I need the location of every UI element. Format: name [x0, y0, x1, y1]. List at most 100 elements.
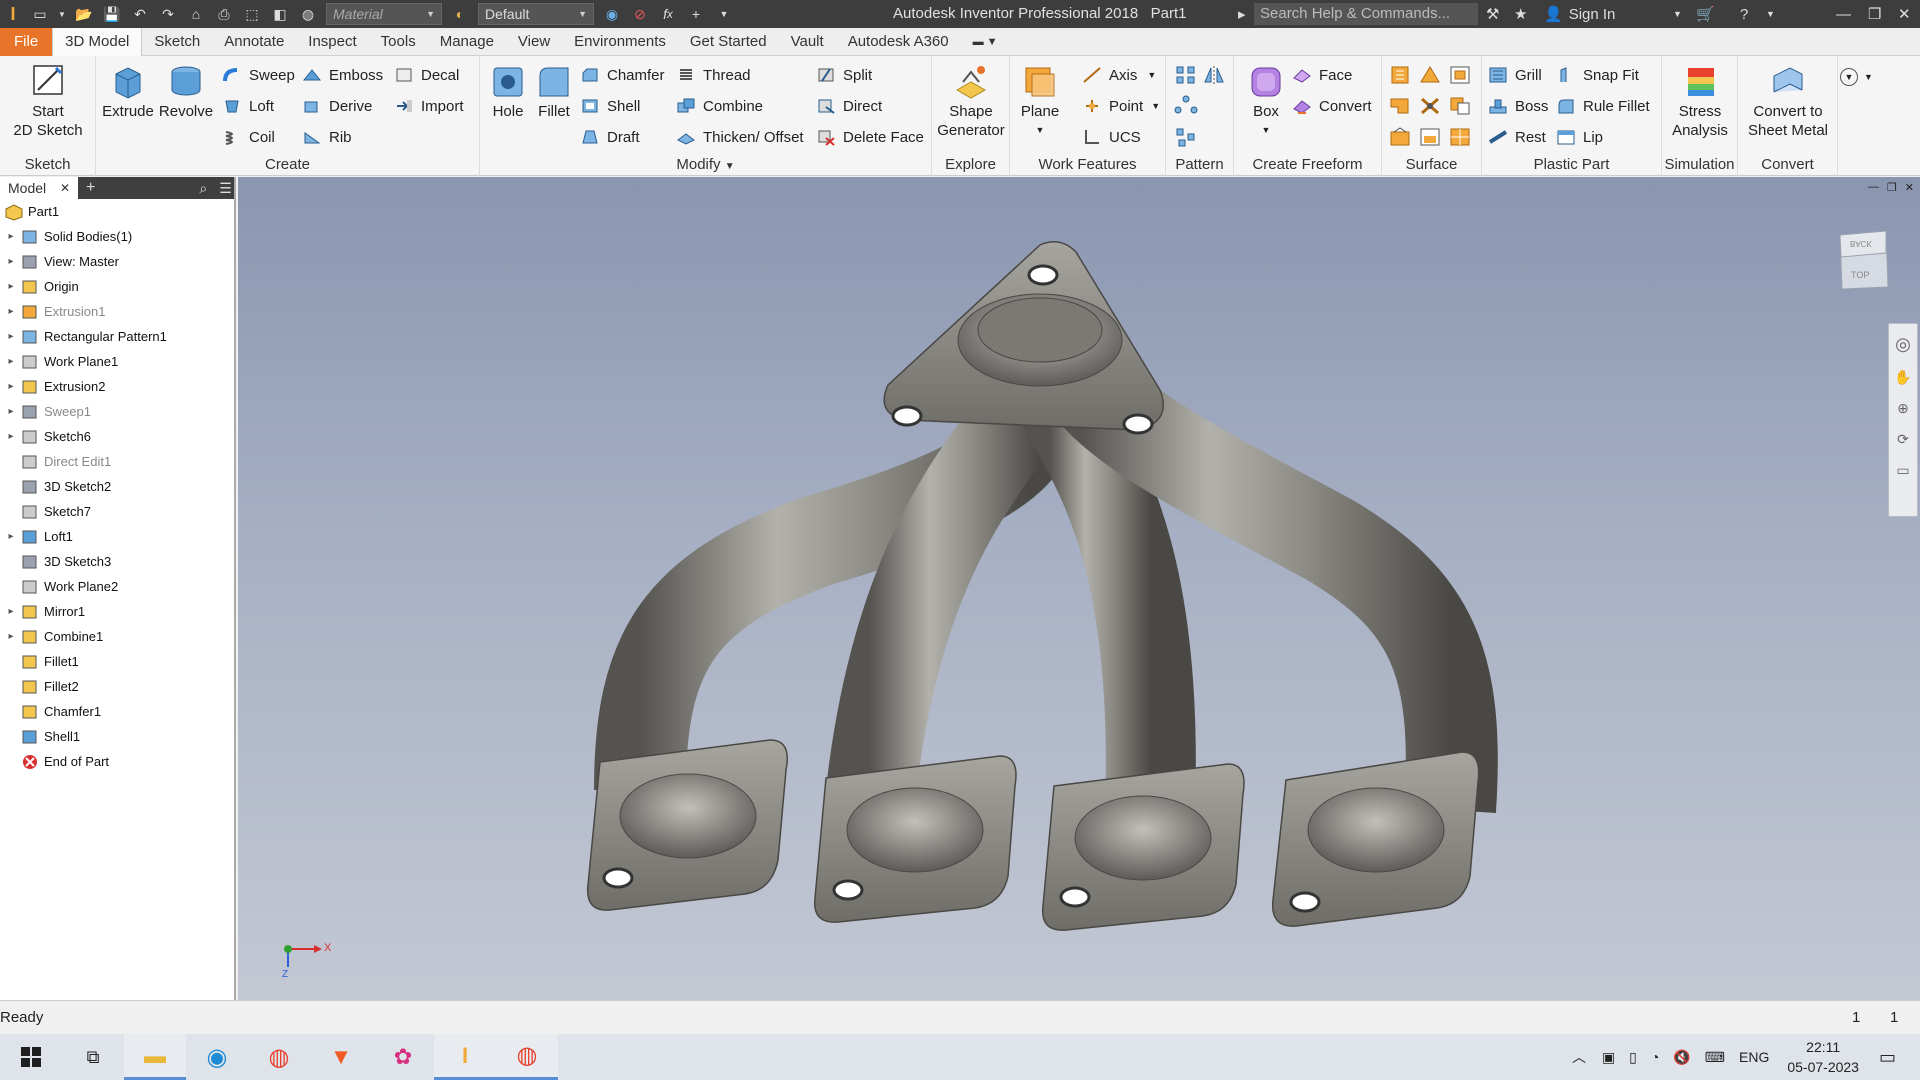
tree-item[interactable]: Chamfer1	[0, 699, 234, 724]
shell-button[interactable]: Shell	[580, 93, 640, 119]
tree-item[interactable]: ▸ Extrusion2	[0, 374, 234, 399]
tab-tools[interactable]: Tools	[369, 28, 428, 56]
home-icon[interactable]: ⌂	[185, 4, 207, 24]
decal-button[interactable]: Decal	[394, 62, 459, 88]
print-icon[interactable]: ⎙	[213, 4, 235, 24]
expand-arrow-icon[interactable]: ▸	[4, 606, 18, 617]
tree-item[interactable]: ▸ Mirror1	[0, 599, 234, 624]
fillet-button[interactable]: Fillet	[532, 62, 576, 121]
tree-item[interactable]: 3D Sketch2	[0, 474, 234, 499]
display-icon[interactable]: ▣	[1602, 1049, 1615, 1066]
plus-icon[interactable]: +	[685, 4, 707, 24]
freeform-face-button[interactable]: Face	[1292, 62, 1352, 88]
tree-item[interactable]: Sketch7	[0, 499, 234, 524]
search-input[interactable]: Search Help & Commands...	[1254, 3, 1478, 25]
tab-manage[interactable]: Manage	[428, 28, 506, 56]
lip-button[interactable]: Lip	[1556, 124, 1603, 150]
tab-inspect[interactable]: Inspect	[296, 28, 368, 56]
appearance-combo[interactable]: Default ▼	[478, 3, 594, 25]
coil-button[interactable]: Coil	[222, 124, 275, 150]
battery-icon[interactable]: ▯	[1629, 1049, 1637, 1066]
tree-item[interactable]: End of Part	[0, 749, 234, 774]
sign-in-button[interactable]: 👤 Sign In	[1544, 0, 1615, 28]
redo-icon[interactable]: ↷	[157, 4, 179, 24]
customize-dropdown-icon[interactable]: ▼	[713, 4, 735, 24]
comm-center-icon[interactable]: ⚒	[1486, 0, 1499, 28]
open-icon[interactable]: 📂	[73, 4, 95, 24]
tab-3d-model[interactable]: 3D Model	[52, 27, 143, 56]
dropdown-arrow-icon[interactable]: ▼	[57, 4, 67, 24]
favorites-star-icon[interactable]: ★	[1514, 0, 1527, 28]
mirror-icon[interactable]	[1202, 64, 1226, 86]
menu-icon[interactable]: ☰	[219, 180, 232, 197]
surface-sculpt-icon[interactable]	[1448, 64, 1472, 86]
tab-get-started[interactable]: Get Started	[678, 28, 779, 56]
close-icon[interactable]: ✕	[1898, 0, 1911, 28]
shape-generator-button[interactable]: Shape Generator	[936, 62, 1006, 140]
expand-arrow-icon[interactable]: ▸	[4, 256, 18, 267]
ucs-button[interactable]: UCS	[1082, 124, 1141, 150]
tab-annotate[interactable]: Annotate	[212, 28, 296, 56]
surface-repair-icon[interactable]	[1418, 126, 1442, 148]
tree-item[interactable]: ▸ Combine1	[0, 624, 234, 649]
language-indicator[interactable]: ENG	[1739, 1049, 1769, 1065]
surface-thicken-icon[interactable]	[1388, 64, 1412, 86]
tree-item[interactable]: ▸ Loft1	[0, 524, 234, 549]
tab-vault[interactable]: Vault	[779, 28, 836, 56]
expand-arrow-icon[interactable]: ▸	[4, 381, 18, 392]
appearance-icon[interactable]: ◐	[449, 4, 471, 24]
clock[interactable]: 22:11 05-07-2023	[1787, 1037, 1859, 1077]
cart-icon[interactable]: 🛒	[1696, 0, 1715, 28]
taskbar-chrome[interactable]: ◍	[248, 1034, 310, 1080]
combine-button[interactable]: Combine	[676, 93, 763, 119]
axis-button[interactable]: Axis ▼	[1082, 62, 1156, 88]
split-button[interactable]: Split	[816, 62, 872, 88]
tree-item[interactable]: Shell1	[0, 724, 234, 749]
taskbar-inventor[interactable]: I	[434, 1034, 496, 1080]
select-icon[interactable]: ⬚	[241, 4, 263, 24]
surface-fit-mesh-icon[interactable]	[1448, 126, 1472, 148]
add-tab-icon[interactable]: +	[86, 179, 95, 197]
tab-autodesk-a360[interactable]: Autodesk A360	[836, 28, 961, 56]
direct-button[interactable]: Direct	[816, 93, 882, 119]
expand-arrow-icon[interactable]: ▸	[4, 356, 18, 367]
circular-pattern-icon[interactable]	[1174, 95, 1198, 117]
taskbar-chrome-2[interactable]: ◍	[496, 1034, 558, 1080]
emboss-button[interactable]: Emboss	[302, 62, 383, 88]
group-label-modify[interactable]: Modify ▼	[480, 156, 931, 173]
fx-parameters-icon[interactable]: fx	[657, 4, 679, 24]
tree-item[interactable]: ▸ Sketch6	[0, 424, 234, 449]
object-visibility-icon[interactable]: ◧	[269, 4, 291, 24]
close-icon[interactable]: ✕	[60, 181, 70, 195]
tree-item[interactable]: 3D Sketch3	[0, 549, 234, 574]
snap-fit-button[interactable]: Snap Fit	[1556, 62, 1639, 88]
expand-arrow-icon[interactable]: ▸	[4, 431, 18, 442]
show-hidden-icons[interactable]: ︿	[1572, 1047, 1586, 1067]
inventor-logo-icon[interactable]: I	[0, 0, 26, 28]
panel-toggle-button[interactable]: ▬ ▼	[961, 28, 1010, 56]
volume-mute-icon[interactable]: 🔇	[1673, 1049, 1690, 1066]
freeform-convert-button[interactable]: Convert	[1292, 93, 1372, 119]
tree-item[interactable]: ▸ Rectangular Pattern1	[0, 324, 234, 349]
tab-environments[interactable]: Environments	[562, 28, 678, 56]
draft-button[interactable]: Draft	[580, 124, 640, 150]
hole-button[interactable]: Hole	[486, 62, 530, 121]
thread-button[interactable]: Thread	[676, 62, 751, 88]
minimize-icon[interactable]: —	[1836, 0, 1851, 28]
start-2d-sketch-button[interactable]: Start 2D Sketch	[8, 62, 88, 140]
tree-item[interactable]: ▸ Solid Bodies(1)	[0, 224, 234, 249]
surface-replace-face-icon[interactable]	[1388, 126, 1412, 148]
surface-trim-icon[interactable]	[1418, 95, 1442, 117]
grill-button[interactable]: Grill	[1488, 62, 1542, 88]
adjust-appearance-icon[interactable]: ◉	[601, 4, 623, 24]
graphics-window[interactable]: — ❐ ✕ BACK TOP ◎ ✋ ⊕ ⟳ ▭ X Z	[238, 177, 1920, 1000]
delete-face-button[interactable]: Delete Face	[816, 124, 924, 150]
expand-arrow-icon[interactable]: ▸	[4, 306, 18, 317]
restore-icon[interactable]: ❐	[1868, 0, 1881, 28]
taskbar-file-explorer[interactable]: ▬	[124, 1034, 186, 1080]
boss-button[interactable]: Boss	[1488, 93, 1548, 119]
expand-arrow-icon[interactable]: ▸	[4, 281, 18, 292]
keyboard-icon[interactable]: ⌨	[1705, 1049, 1725, 1066]
expand-arrow-icon[interactable]: ▸	[4, 231, 18, 242]
expand-arrow-icon[interactable]: ▸	[4, 331, 18, 342]
